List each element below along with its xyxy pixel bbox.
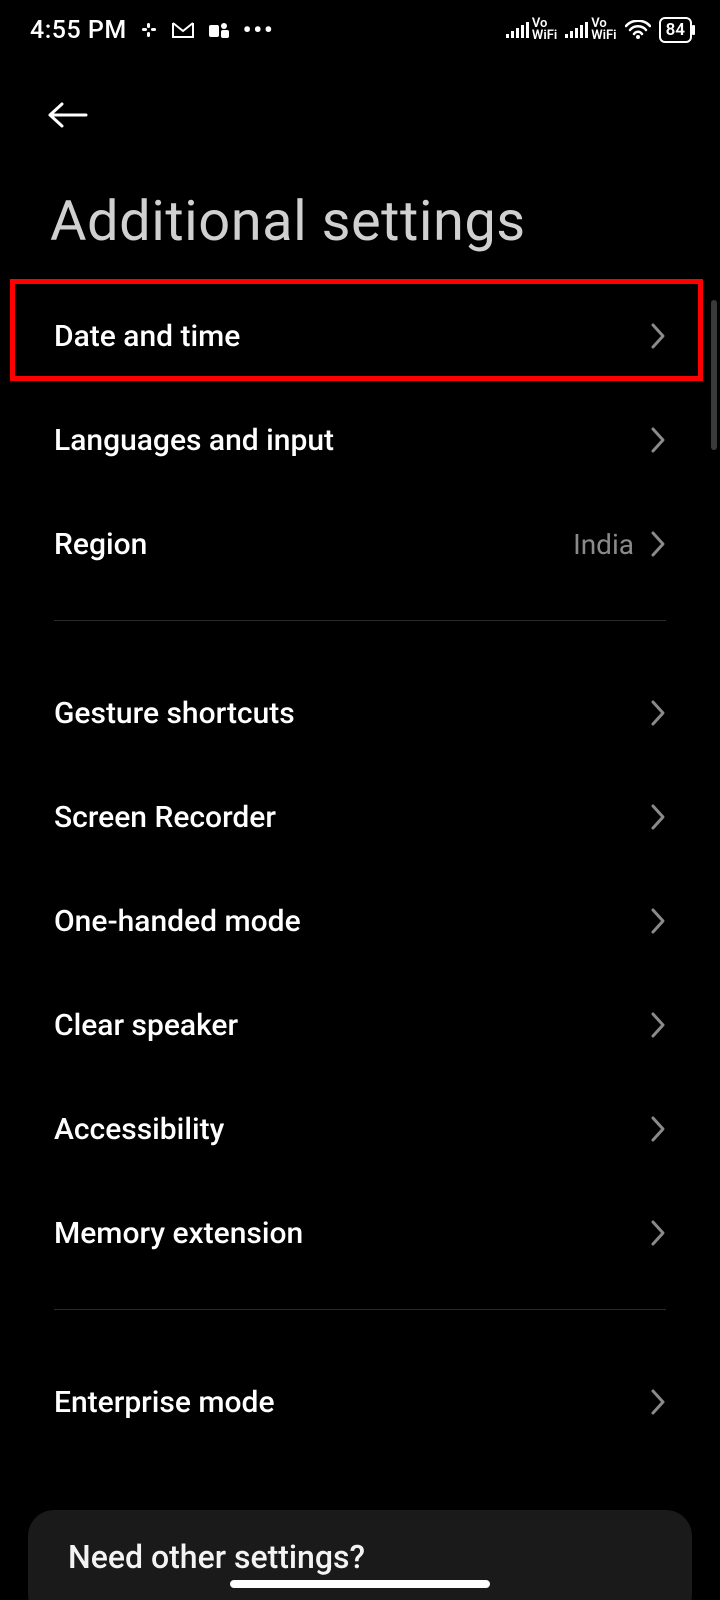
row-region[interactable]: Region India [0, 492, 720, 596]
gmail-icon [171, 21, 195, 39]
settings-list: Date and time Languages and input Region… [0, 284, 720, 1454]
chevron-right-icon [650, 1219, 666, 1247]
status-right: VoWiFi VoWiFi 84 [506, 17, 692, 43]
row-value: India [573, 528, 634, 561]
row-languages-input[interactable]: Languages and input [0, 388, 720, 492]
chevron-right-icon [650, 907, 666, 935]
row-label: Memory extension [54, 1216, 303, 1251]
battery-icon: 84 [659, 17, 692, 43]
header: Additional settings [0, 60, 720, 284]
row-clear-speaker[interactable]: Clear speaker [0, 973, 720, 1077]
row-label: One-handed mode [54, 904, 301, 939]
section-divider [54, 1309, 666, 1310]
page-title: Additional settings [46, 140, 720, 284]
row-label: Date and time [54, 319, 240, 354]
status-bar: 4:55 PM ••• VoWiFi VoWiFi 84 [0, 0, 720, 60]
other-settings-text: Need other settings? [68, 1538, 652, 1576]
status-time: 4:55 PM [30, 16, 127, 45]
chevron-right-icon [650, 1388, 666, 1416]
signal-1-icon: VoWiFi [506, 18, 557, 42]
row-memory-extension[interactable]: Memory extension [0, 1181, 720, 1285]
wifi-icon [625, 20, 651, 40]
signal-2-icon: VoWiFi [565, 18, 616, 42]
chevron-right-icon [650, 803, 666, 831]
chevron-right-icon [650, 699, 666, 727]
row-screen-recorder[interactable]: Screen Recorder [0, 765, 720, 869]
row-label: Gesture shortcuts [54, 696, 295, 731]
row-enterprise-mode[interactable]: Enterprise mode [0, 1350, 720, 1454]
chevron-right-icon [650, 426, 666, 454]
row-accessibility[interactable]: Accessibility [0, 1077, 720, 1181]
row-label: Region [54, 527, 147, 562]
chevron-right-icon [650, 322, 666, 350]
teams-icon [207, 20, 231, 40]
row-gesture-shortcuts[interactable]: Gesture shortcuts [0, 661, 720, 765]
scrollbar[interactable] [711, 300, 717, 450]
section-divider [54, 620, 666, 621]
row-label: Screen Recorder [54, 800, 276, 835]
chevron-right-icon [650, 1115, 666, 1143]
chevron-right-icon [650, 1011, 666, 1039]
navigation-handle[interactable] [230, 1580, 490, 1588]
row-label: Languages and input [54, 423, 334, 458]
more-notifications-icon: ••• [243, 16, 275, 44]
row-label: Accessibility [54, 1112, 224, 1147]
status-left: 4:55 PM ••• [30, 16, 275, 45]
row-label: Enterprise mode [54, 1385, 275, 1420]
row-label: Clear speaker [54, 1008, 238, 1043]
row-date-time[interactable]: Date and time [0, 284, 720, 388]
slack-icon [139, 20, 159, 40]
row-one-handed-mode[interactable]: One-handed mode [0, 869, 720, 973]
back-button[interactable] [46, 90, 96, 140]
chevron-right-icon [650, 530, 666, 558]
